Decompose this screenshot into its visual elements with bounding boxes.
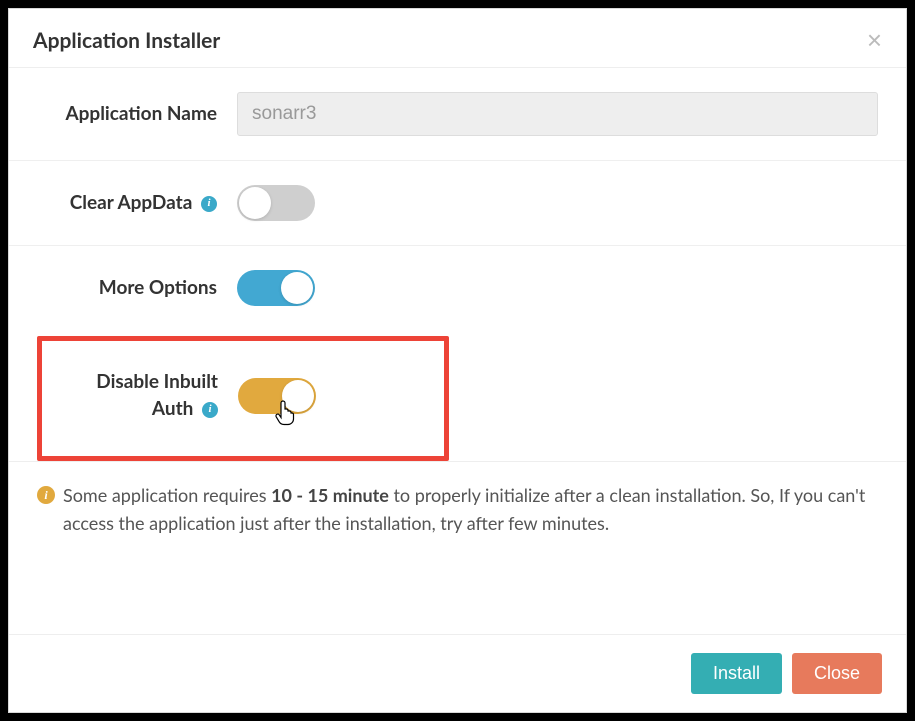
note-bold: 10 - 15 minute	[271, 484, 389, 506]
label-disable-auth-line1: Disable Inbuilt	[96, 370, 218, 393]
label-more-options: More Options	[37, 275, 237, 302]
row-application-name: Application Name	[9, 68, 906, 161]
disable-auth-toggle[interactable]	[238, 378, 316, 414]
row-disable-inbuilt-auth: Disable Inbuilt Auth i	[42, 341, 444, 456]
label-application-name: Application Name	[37, 101, 237, 128]
modal-header: Application Installer ×	[9, 9, 906, 68]
toggle-knob	[239, 187, 271, 219]
application-name-input[interactable]	[237, 92, 878, 136]
highlighted-section: Disable Inbuilt Auth i	[37, 336, 449, 461]
clear-appdata-toggle[interactable]	[237, 185, 315, 221]
close-icon[interactable]: ×	[867, 27, 882, 53]
info-icon[interactable]: i	[201, 196, 217, 212]
install-note: i Some application requires 10 - 15 minu…	[9, 461, 906, 548]
application-installer-modal: Application Installer × Application Name…	[8, 8, 907, 713]
install-note-text: Some application requires 10 - 15 minute…	[63, 482, 878, 538]
toggle-knob	[282, 380, 314, 412]
label-clear-appdata: Clear AppData i	[37, 190, 237, 217]
row-more-options: More Options	[9, 246, 906, 330]
row-clear-appdata: Clear AppData i	[9, 161, 906, 246]
label-disable-auth-line2: Auth	[152, 397, 193, 420]
label-disable-auth: Disable Inbuilt Auth i	[46, 369, 238, 422]
toggle-knob	[281, 272, 313, 304]
more-options-toggle[interactable]	[237, 270, 315, 306]
modal-footer: Install Close	[9, 634, 906, 712]
info-icon: i	[37, 486, 55, 504]
modal-body: Application Name Clear AppData i More Op…	[9, 68, 906, 634]
close-button[interactable]: Close	[792, 653, 882, 694]
install-button[interactable]: Install	[691, 653, 782, 694]
note-pre: Some application requires	[63, 484, 271, 506]
info-icon[interactable]: i	[202, 402, 218, 418]
label-clear-appdata-text: Clear AppData	[70, 191, 193, 214]
modal-title: Application Installer	[33, 28, 220, 53]
